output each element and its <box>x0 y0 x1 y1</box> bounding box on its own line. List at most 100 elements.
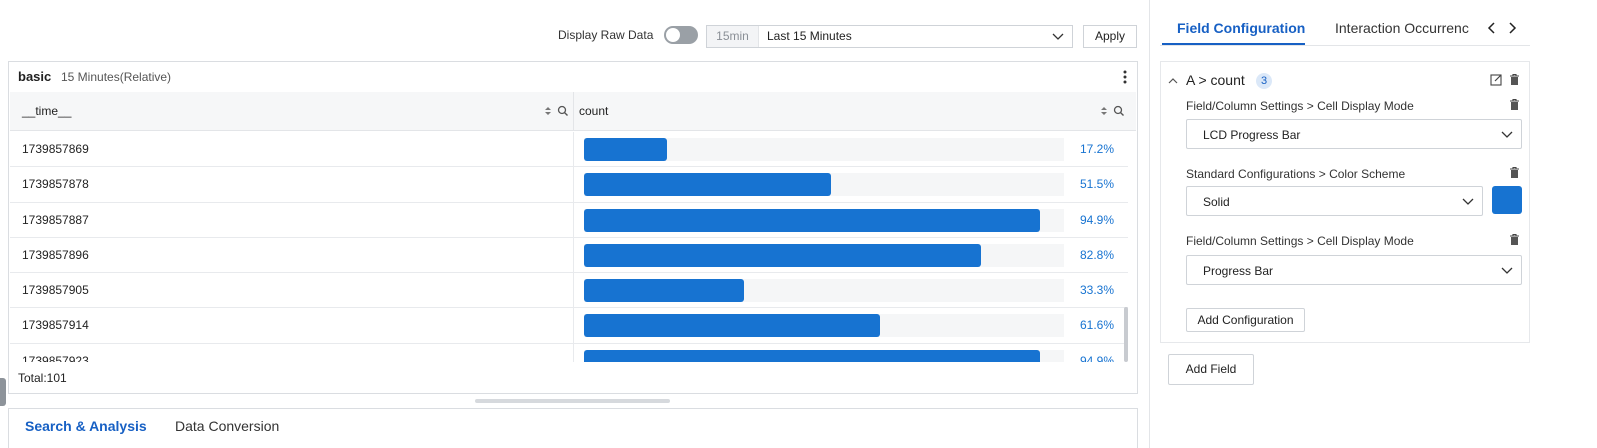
select-value: Solid <box>1203 195 1230 209</box>
time-range-badge: 15min <box>707 26 759 47</box>
time-cell: 1739857887 <box>22 212 89 227</box>
time-cell: 1739857878 <box>22 177 89 192</box>
progress-track <box>584 349 1064 362</box>
cell-divider <box>573 237 574 273</box>
tab-data-conversion[interactable]: Data Conversion <box>175 418 279 434</box>
table-row: 1739857878 51.5% <box>10 167 1128 203</box>
trash-icon[interactable] <box>1508 73 1521 86</box>
select-value: Progress Bar <box>1203 264 1274 278</box>
setting-label: Field/Column Settings > Cell Display Mod… <box>1186 99 1414 113</box>
percent-label: 17.2% <box>1079 142 1114 156</box>
total-count: Total:101 <box>18 371 67 385</box>
field-title: A > count <box>1186 72 1245 88</box>
column-divider[interactable] <box>573 92 574 131</box>
bottom-tab-bar: Search & Analysis Data Conversion <box>8 408 1138 448</box>
progress-track <box>584 243 1064 267</box>
chevron-right-icon[interactable] <box>1507 21 1517 35</box>
progress-track <box>584 314 1064 338</box>
cell-divider <box>573 132 574 167</box>
chevron-up-icon[interactable] <box>1168 77 1178 85</box>
setting-label: Standard Configurations > Color Scheme <box>1186 167 1406 181</box>
chart-panel: basic 15 Minutes(Relative) __time__ coun… <box>8 61 1138 394</box>
tab-interaction-occurrence[interactable]: Interaction Occurrenc <box>1335 20 1472 36</box>
time-range-value: Last 15 Minutes <box>767 29 852 43</box>
toggle-knob <box>666 28 680 42</box>
apply-button[interactable]: Apply <box>1083 25 1137 48</box>
search-icon[interactable] <box>1113 105 1125 117</box>
sort-icon[interactable] <box>1098 105 1110 117</box>
display-raw-data-toggle[interactable] <box>664 26 698 44</box>
panel-subtitle: 15 Minutes(Relative) <box>61 70 172 84</box>
chevron-down-icon <box>1501 267 1513 274</box>
color-scheme-select[interactable]: Solid <box>1186 186 1483 216</box>
panel-resize-handle[interactable] <box>475 399 670 403</box>
progress-track <box>584 208 1064 232</box>
panel-divider[interactable] <box>1149 0 1150 448</box>
time-range-select[interactable]: 15min Last 15 Minutes <box>706 25 1073 48</box>
cell-display-mode-select[interactable]: LCD Progress Bar <box>1186 119 1522 149</box>
color-swatch[interactable] <box>1492 186 1522 214</box>
time-cell: 1739857896 <box>22 247 89 262</box>
progress-bar <box>584 349 1040 362</box>
cell-divider <box>573 273 574 308</box>
time-cell: 1739857914 <box>22 318 89 333</box>
progress-bar <box>584 243 982 267</box>
percent-label: 51.5% <box>1079 177 1114 192</box>
sidebar-collapse-handle[interactable] <box>0 378 6 406</box>
display-raw-data-label: Display Raw Data <box>558 28 654 42</box>
chevron-down-icon <box>1501 131 1513 138</box>
percent-label: 61.6% <box>1079 318 1114 333</box>
column-header-count[interactable]: count <box>579 104 608 118</box>
table-row: 1739857905 33.3% <box>10 273 1128 309</box>
table-row: 1739857923 94.9% <box>10 343 1128 362</box>
add-configuration-button[interactable]: Add Configuration <box>1186 308 1305 332</box>
chevron-left-icon[interactable] <box>1487 21 1497 35</box>
table-body: 1739857869 17.2% 1739857878 51.5% 173985… <box>10 132 1128 362</box>
sort-icon[interactable] <box>542 105 554 117</box>
table-row: 1739857914 61.6% <box>10 308 1128 344</box>
field-count-badge: 3 <box>1256 73 1272 89</box>
time-cell: 1739857923 <box>22 353 89 362</box>
percent-label: 82.8% <box>1079 247 1114 262</box>
time-cell: 1739857905 <box>22 283 89 298</box>
tab-baseline <box>1160 45 1530 46</box>
tab-field-configuration[interactable]: Field Configuration <box>1177 20 1305 36</box>
trash-icon[interactable] <box>1508 98 1521 111</box>
cell-divider <box>573 308 574 343</box>
percent-label: 94.9% <box>1079 353 1114 362</box>
time-cell: 1739857869 <box>22 142 89 156</box>
table-scrollbar[interactable] <box>1124 307 1128 362</box>
cell-divider <box>573 343 574 362</box>
progress-bar <box>584 138 667 161</box>
panel-title: basic <box>18 69 52 84</box>
cell-divider <box>573 202 574 237</box>
table-row: 1739857869 17.2% <box>10 132 1128 168</box>
more-options-icon[interactable] <box>1123 70 1127 84</box>
column-header-time[interactable]: __time__ <box>22 104 71 118</box>
progress-bar <box>584 173 832 197</box>
cell-divider <box>573 167 574 202</box>
select-value: LCD Progress Bar <box>1203 128 1301 142</box>
setting-label: Field/Column Settings > Cell Display Mod… <box>1186 234 1414 248</box>
table-row: 1739857896 82.8% <box>10 237 1128 274</box>
trash-icon[interactable] <box>1508 233 1521 246</box>
trash-icon[interactable] <box>1508 166 1521 179</box>
edit-icon[interactable] <box>1490 73 1503 86</box>
active-tab-indicator <box>1162 43 1305 45</box>
chevron-down-icon <box>1462 198 1474 205</box>
progress-track <box>584 279 1064 303</box>
progress-bar <box>584 314 880 338</box>
add-field-button[interactable]: Add Field <box>1168 354 1254 385</box>
progress-bar <box>584 208 1040 232</box>
chevron-down-icon <box>1052 33 1064 40</box>
progress-track <box>584 173 1064 197</box>
percent-label: 33.3% <box>1079 283 1114 298</box>
percent-label: 94.9% <box>1079 212 1114 227</box>
cell-display-mode-select[interactable]: Progress Bar <box>1186 255 1522 285</box>
progress-bar <box>584 279 744 303</box>
tab-search-analysis[interactable]: Search & Analysis <box>25 418 147 434</box>
table-header: __time__ count <box>10 92 1136 131</box>
progress-track <box>584 138 1064 161</box>
table-row: 1739857887 94.9% <box>10 202 1128 238</box>
search-icon[interactable] <box>557 105 569 117</box>
